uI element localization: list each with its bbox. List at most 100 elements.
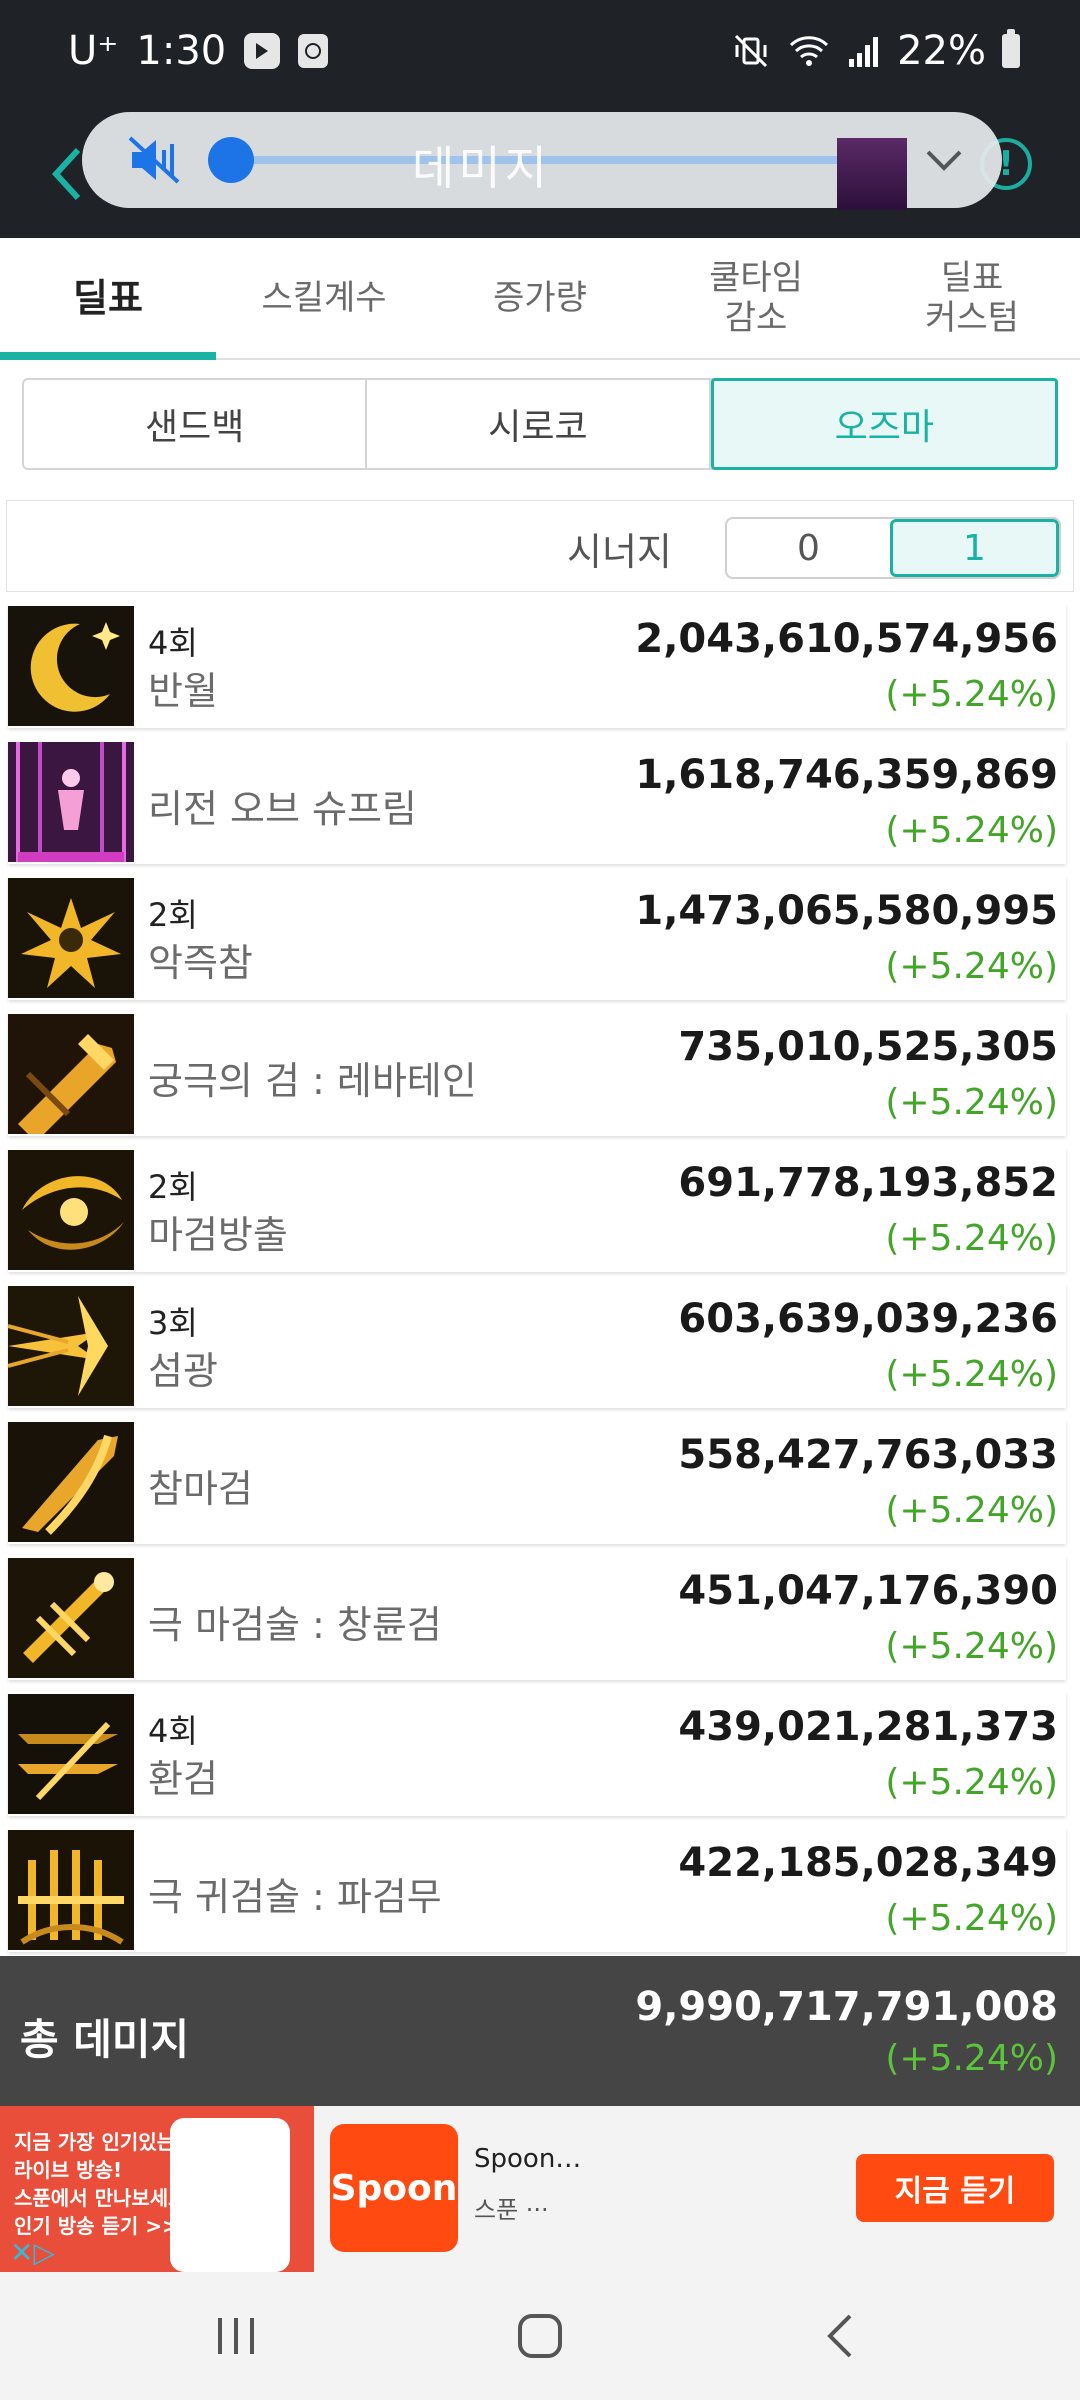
skill-damage: 439,021,281,373 [678, 1704, 1058, 1750]
list-item[interactable]: 3회 섬광 603,639,039,236 (+5.24%) [8, 1284, 1066, 1408]
blade-dance-icon [8, 1830, 134, 1950]
skill-percent: (+5.24%) [885, 1082, 1058, 1123]
ad-image-text: 지금 가장 인기있는 라이브 방송! 스푼에서 만나보세요! 인기 방송 듣기 … [14, 2130, 196, 2238]
ad-cta-button[interactable]: 지금 듣기 [856, 2154, 1054, 2222]
skill-name: 악즉참 [148, 941, 253, 985]
volume-slider-handle[interactable] [208, 137, 254, 183]
synergy-row: 시너지 0 1 [6, 500, 1074, 592]
skill-name: 마검방출 [148, 1213, 288, 1257]
synergy-toggle: 0 1 [725, 517, 1061, 579]
list-item[interactable]: 극 마검술 : 창륜검 451,047,176,390 (+5.24%) [8, 1556, 1066, 1680]
skill-name: 극 귀검술 : 파검무 [148, 1875, 442, 1919]
skill-damage: 422,185,028,349 [678, 1840, 1058, 1886]
total-percent: (+5.24%) [885, 2038, 1058, 2079]
hit-count: 4회 [148, 1712, 198, 1750]
ad-banner[interactable]: 지금 가장 인기있는 라이브 방송! 스푼에서 만나보세요! 인기 방송 듣기 … [0, 2106, 1080, 2272]
segment-ozma[interactable]: 오즈마 [710, 378, 1058, 470]
status-bar: U⁺ 1:30 22% [0, 0, 1080, 112]
list-item[interactable]: 2회 악즉참 1,473,065,580,995 (+5.24%) [8, 876, 1066, 1000]
app-bar: ! 데미지 [0, 112, 1080, 238]
skill-name: 반월 [148, 669, 218, 713]
skill-damage: 1,618,746,359,869 [635, 752, 1058, 798]
skill-percent: (+5.24%) [885, 946, 1058, 987]
ad-subtitle: 스푼 ··· [474, 2196, 549, 2224]
recorder-icon [298, 34, 329, 68]
hit-count: 2회 [148, 896, 198, 934]
hit-count: 4회 [148, 624, 198, 662]
skill-damage: 558,427,763,033 [678, 1432, 1058, 1478]
spoon-logo[interactable]: Spoon [330, 2124, 458, 2252]
skill-damage: 603,639,039,236 [678, 1296, 1058, 1342]
system-nav-bar [0, 2272, 1080, 2400]
skill-damage: 1,473,065,580,995 [635, 888, 1058, 934]
target-selector: 샌드백 시로코 오즈마 [22, 378, 1058, 470]
ad-title: Spoon… [474, 2144, 582, 2174]
cleave-icon [8, 1422, 134, 1542]
battery-label: 22% [897, 28, 986, 74]
synergy-option-0[interactable]: 0 [727, 519, 890, 577]
list-item[interactable]: 리전 오브 슈프림 1,618,746,359,869 (+5.24%) [8, 740, 1066, 864]
spiral-sword-icon [8, 1558, 134, 1678]
list-item[interactable]: 참마검 558,427,763,033 (+5.24%) [8, 1420, 1066, 1544]
ad-close-icon[interactable]: ✕▷ [10, 2236, 55, 2269]
tab-cooldown[interactable]: 쿨타임 감소 [648, 238, 864, 358]
tab-skill-coefficient[interactable]: 스킬계수 [216, 238, 432, 358]
tab-damage-table[interactable]: 딜표 [0, 238, 216, 358]
skill-percent: (+5.24%) [885, 1218, 1058, 1259]
skill-name: 환검 [148, 1757, 218, 1801]
overlay-title: 데미지 [412, 141, 551, 195]
tab-bar: 딜표 스킬계수 증가량 쿨타임 감소 딜표 커스텀 [0, 238, 1080, 360]
youtube-icon [244, 33, 281, 69]
slash-burst-icon [8, 878, 134, 998]
demon-sword-icon [8, 1150, 134, 1270]
phantom-sword-icon [8, 1694, 134, 1814]
total-damage-bar: 총 데미지 9,990,717,791,008 (+5.24%) [0, 1956, 1080, 2106]
tab-custom[interactable]: 딜표 커스텀 [864, 238, 1080, 358]
skill-percent: (+5.24%) [885, 1898, 1058, 1939]
skill-percent: (+5.24%) [885, 674, 1058, 715]
list-item[interactable]: 2회 마검방출 691,778,193,852 (+5.24%) [8, 1148, 1066, 1272]
back-icon[interactable] [812, 2310, 872, 2362]
total-label: 총 데미지 [20, 2015, 190, 2064]
tab-increase[interactable]: 증가량 [432, 238, 648, 358]
chevron-down-icon[interactable] [922, 140, 966, 180]
skill-name: 극 마검술 : 창륜검 [148, 1603, 442, 1647]
skill-percent: (+5.24%) [885, 1762, 1058, 1803]
wifi-icon [790, 36, 829, 66]
hit-count: 2회 [148, 1168, 198, 1206]
skill-name: 궁극의 검 : 레바테인 [148, 1059, 477, 1103]
mute-icon[interactable] [124, 132, 184, 188]
carrier-label: U⁺ [68, 28, 119, 74]
flash-icon [8, 1286, 134, 1406]
list-item[interactable]: 4회 반월 2,043,610,574,956 (+5.24%) [8, 604, 1066, 728]
synergy-option-1[interactable]: 1 [890, 519, 1059, 577]
battery-icon [1002, 29, 1020, 68]
segment-sandbag[interactable]: 샌드백 [24, 380, 368, 468]
list-item[interactable]: 4회 환검 439,021,281,373 (+5.24%) [8, 1692, 1066, 1816]
ad-image[interactable]: 지금 가장 인기있는 라이브 방송! 스푼에서 만나보세요! 인기 방송 듣기 … [0, 2106, 314, 2272]
skill-damage: 451,047,176,390 [678, 1568, 1058, 1614]
signal-icon [849, 37, 879, 67]
skill-damage: 691,778,193,852 [678, 1160, 1058, 1206]
ultimate-sword-icon [8, 1014, 134, 1134]
skill-percent: (+5.24%) [885, 1354, 1058, 1395]
skill-percent: (+5.24%) [885, 1626, 1058, 1667]
total-damage: 9,990,717,791,008 [635, 1984, 1058, 2030]
list-item[interactable]: 궁극의 검 : 레바테인 735,010,525,305 (+5.24%) [8, 1012, 1066, 1136]
home-icon[interactable] [510, 2310, 570, 2362]
chevron-left-icon [51, 147, 81, 201]
recent-apps-icon[interactable] [206, 2310, 266, 2362]
skill-percent: (+5.24%) [885, 810, 1058, 851]
skill-name: 참마검 [148, 1467, 253, 1511]
volume-overlay[interactable]: 데미지 [82, 112, 1002, 210]
segment-sirocco[interactable]: 시로코 [367, 380, 711, 468]
hit-count: 3회 [148, 1304, 198, 1342]
active-tab-indicator [0, 352, 216, 360]
crescent-moon-icon [8, 606, 134, 726]
legion-icon [8, 742, 134, 862]
list-item[interactable]: 극 귀검술 : 파검무 422,185,028,349 (+5.24%) [8, 1828, 1066, 1952]
clock: 1:30 [136, 28, 227, 74]
synergy-label: 시너지 [567, 530, 672, 574]
skill-percent: (+5.24%) [885, 1490, 1058, 1531]
media-thumbnail [837, 138, 907, 210]
